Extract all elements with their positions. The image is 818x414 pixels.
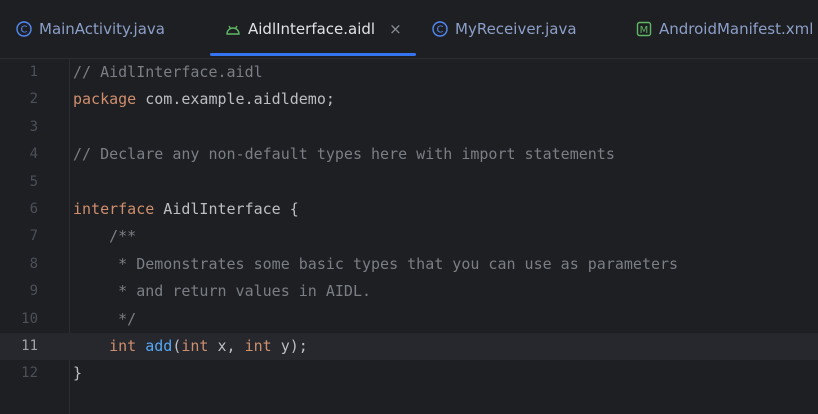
code-text: * and return values in AIDL. xyxy=(73,278,371,305)
line-number: 5 xyxy=(29,173,38,190)
line-number: 12 xyxy=(21,365,38,382)
code-token: com.example.aidldemo; xyxy=(136,90,335,109)
code-token: int xyxy=(244,337,272,355)
line-number: 1 xyxy=(29,64,38,80)
editor-tab-bar: C MainActivity.java AidlInterface.aidl ×… xyxy=(0,0,818,59)
code-line[interactable]: 8 * Demonstrates some basic types that y… xyxy=(0,251,818,278)
code-text: package com.example.aidldemo; xyxy=(73,86,335,113)
code-token: // AidlInterface.aidl xyxy=(73,63,263,81)
code-token: // Declare any non-default types here wi… xyxy=(73,145,615,164)
code-text: /** xyxy=(73,223,136,250)
code-line[interactable]: 6 interface AidlInterface { xyxy=(0,196,818,223)
tab-my-receiver[interactable]: C MyReceiver.java xyxy=(432,0,577,58)
class-c-icon: C xyxy=(432,21,448,37)
code-token: x, xyxy=(208,337,245,355)
line-number: 11 xyxy=(21,338,38,354)
code-text: int add(int x, int y); xyxy=(73,333,308,360)
line-number: 2 xyxy=(29,91,38,108)
code-text: // Declare any non-default types here wi… xyxy=(73,141,615,168)
code-token: * Demonstrates some basic types that you… xyxy=(73,254,679,273)
code-text: } xyxy=(73,360,82,387)
code-token: /** xyxy=(73,227,137,246)
line-number: 7 xyxy=(29,228,38,245)
code-token: add xyxy=(145,337,173,355)
manifest-m-icon: M xyxy=(636,21,652,37)
code-token: y); xyxy=(271,337,308,355)
code-line[interactable]: 12} xyxy=(0,360,818,387)
code-token: interface xyxy=(73,200,155,218)
code-token: package xyxy=(73,90,137,109)
tab-android-manifest[interactable]: M AndroidManifest.xml xyxy=(636,0,813,58)
code-text: * Demonstrates some basic types that you… xyxy=(73,251,678,278)
code-line[interactable]: 3 xyxy=(0,114,818,141)
line-number: 4 xyxy=(29,146,38,163)
code-token: */ xyxy=(73,309,137,328)
code-text: */ xyxy=(73,306,136,333)
line-number: 9 xyxy=(29,283,38,300)
line-number: 6 xyxy=(29,201,38,217)
tab-aidl-interface[interactable]: AidlInterface.aidl × xyxy=(210,0,416,58)
code-token: AidlInterface { xyxy=(154,200,299,218)
tab-label: MyReceiver.java xyxy=(455,20,577,38)
android-icon xyxy=(225,21,241,37)
svg-text:C: C xyxy=(21,25,28,36)
tab-main-activity[interactable]: C MainActivity.java xyxy=(16,0,165,58)
class-c-icon: C xyxy=(16,21,32,37)
tab-label: AidlInterface.aidl xyxy=(248,20,376,38)
close-icon[interactable]: × xyxy=(389,20,402,38)
code-editor[interactable]: 1 // AidlInterface.aidl 2 package com.examp… xyxy=(0,59,818,414)
code-line[interactable]: 10 */ xyxy=(0,306,818,333)
line-number: 10 xyxy=(21,310,38,327)
code-line[interactable]: 9 * and return values in AIDL. xyxy=(0,278,818,305)
code-line[interactable]: 4 // Declare any non-default types here w… xyxy=(0,141,818,168)
svg-text:C: C xyxy=(437,25,444,36)
code-line[interactable]: 2 package com.example.aidldemo; xyxy=(0,86,818,113)
line-number: 3 xyxy=(29,118,38,135)
code-line[interactable]: 11 int add(int x, int y); xyxy=(0,333,818,361)
code-token: } xyxy=(73,364,83,383)
code-text: // AidlInterface.aidl xyxy=(73,59,263,86)
code-line[interactable]: 5 xyxy=(0,169,818,196)
tab-label: MainActivity.java xyxy=(39,20,165,38)
code-token: int xyxy=(109,337,137,355)
code-token: int xyxy=(181,337,209,355)
code-line[interactable]: 7 /** xyxy=(0,223,818,250)
code-text: interface AidlInterface { xyxy=(73,196,299,223)
line-number: 8 xyxy=(29,255,38,272)
code-token: * and return values in AIDL. xyxy=(73,282,372,301)
code-line[interactable]: 1 // AidlInterface.aidl xyxy=(0,59,818,86)
tab-label: AndroidManifest.xml xyxy=(659,20,814,38)
svg-text:M: M xyxy=(640,25,649,36)
